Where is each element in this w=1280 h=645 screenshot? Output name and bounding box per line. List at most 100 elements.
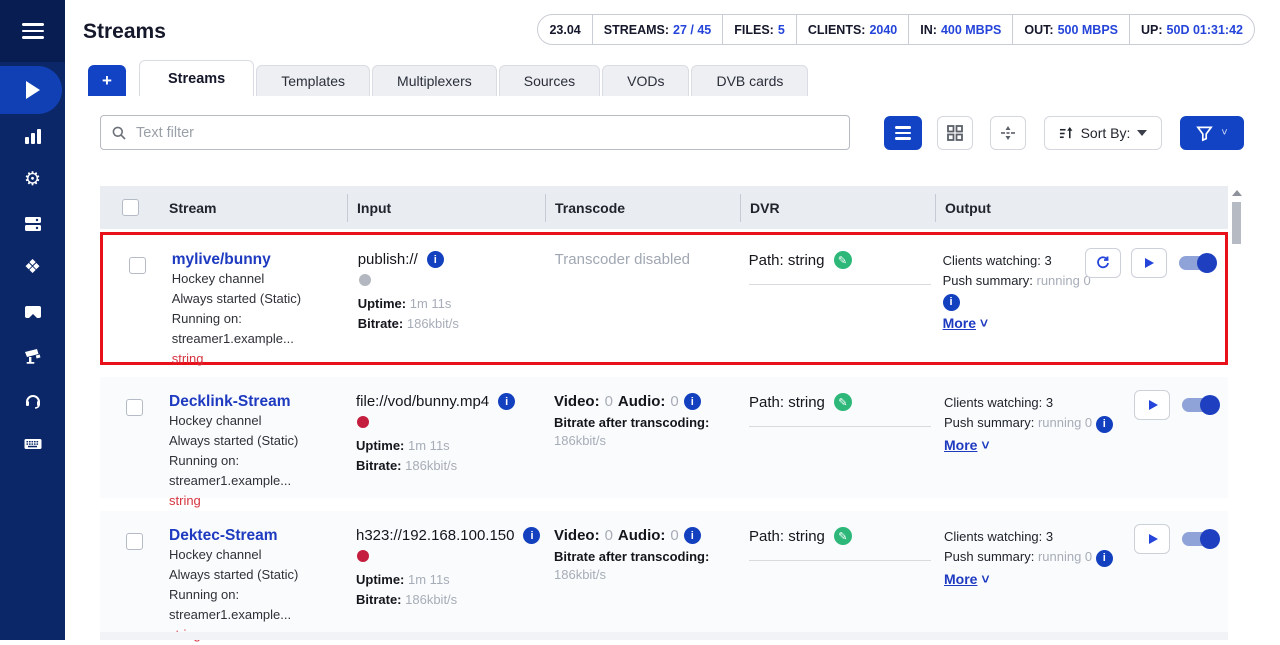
play-stream-button[interactable] [1134,390,1170,420]
tab-sources[interactable]: Sources [499,65,600,96]
stat-files: FILES:5 [722,15,796,44]
tab-multiplexers[interactable]: Multiplexers [372,65,497,96]
status-dot-gray [359,274,371,286]
camera-icon [23,346,43,366]
scrollbar-thumb[interactable] [1232,202,1241,244]
input-url: file://vod/bunny.mp4 [356,393,489,410]
page-title: Streams [83,20,166,44]
stream-enabled-toggle[interactable] [1182,398,1218,412]
info-icon[interactable]: i [684,393,701,410]
dvr-path: string [788,252,825,269]
cluster-icon: ❖ [23,258,43,278]
stream-tag: string [169,491,347,511]
table-row-mylive-bunny: mylive/bunny Hockey channel Always start… [100,232,1228,365]
filter-funnel-icon [1196,125,1213,142]
stream-running-on: Running on: streamer1.example... [169,451,347,491]
column-stream: Stream [160,194,347,222]
clients-watching: Clients watching: 3 [944,393,1134,413]
sort-label: Sort By: [1081,125,1131,141]
select-all-checkbox[interactable] [122,199,139,216]
clients-watching: Clients watching: 3 [944,527,1134,547]
sidebar-item-settings[interactable]: ⚙ [0,158,65,202]
bitrate-value: 186kbit/s [405,592,457,607]
stat-version: 23.04 [538,15,591,44]
tab-vods[interactable]: VODs [602,65,689,96]
input-url: h323://192.168.100.150 [356,527,514,544]
edit-icon[interactable]: ✎ [834,393,852,411]
bitrate-value: 186kbit/s [405,458,457,473]
sidebar-item-display[interactable] [0,290,65,334]
restart-icon [1095,255,1111,271]
keyboard-icon [23,434,43,454]
stream-enabled-toggle[interactable] [1179,256,1215,270]
sort-by-dropdown[interactable]: Sort By: [1044,116,1162,150]
scroll-up-icon[interactable] [1232,190,1242,196]
uptime-value: 1m 11s [408,438,450,453]
more-link[interactable]: More ˅ [943,313,1093,333]
stat-clients: CLIENTS:2040 [796,15,908,44]
info-icon[interactable]: i [943,294,960,311]
stream-name-link[interactable]: Decklink-Stream [169,393,347,411]
info-icon[interactable]: i [684,527,701,544]
info-icon[interactable]: i [1096,550,1113,567]
stat-out: OUT:500 MBPS [1012,15,1129,44]
menu-button[interactable] [0,0,65,62]
row-checkbox[interactable] [126,533,143,550]
stream-enabled-toggle[interactable] [1182,532,1218,546]
play-stream-button[interactable] [1134,524,1170,554]
bitrate-after-label: Bitrate after transcoding: [554,415,740,430]
bitrate-after-label: Bitrate after transcoding: [554,549,740,564]
row-checkbox[interactable] [126,399,143,416]
filter-button[interactable]: ˅ [1180,116,1244,150]
stream-name-link[interactable]: mylive/bunny [172,251,349,269]
stream-start-mode: Always started (Static) [172,289,349,309]
table-scrollbar[interactable] [1230,186,1244,640]
sidebar-item-stats[interactable] [0,114,65,158]
tab-templates[interactable]: Templates [256,65,370,96]
uptime-value: 1m 11s [408,572,450,587]
stream-running-on: Running on: streamer1.example... [169,585,347,625]
row-checkbox[interactable] [129,257,146,274]
list-view-button[interactable] [884,116,922,150]
stream-description: Hockey channel [172,269,349,289]
play-icon [26,81,40,99]
more-link[interactable]: More ˅ [944,569,1134,589]
sidebar-item-streams[interactable] [0,66,62,114]
dvr-divider [749,426,931,427]
info-icon[interactable]: i [427,251,444,268]
stream-name-link[interactable]: Dektec-Stream [169,527,347,545]
bitrate-after-value: 186kbit/s [554,433,740,448]
tab-dvb-cards[interactable]: DVB cards [691,65,808,96]
info-icon[interactable]: i [1096,416,1113,433]
play-stream-button[interactable] [1131,248,1167,278]
sidebar-item-camera[interactable] [0,334,65,378]
status-dot-red [357,550,369,562]
split-view-button[interactable] [990,116,1026,150]
search-input[interactable] [136,125,839,141]
grid-view-button[interactable] [937,116,973,150]
stat-streams: STREAMS:27 / 45 [592,15,723,44]
sidebar-item-servers[interactable] [0,202,65,246]
uptime-value: 1m 11s [410,296,452,311]
table-row-decklink-stream: Decklink-Stream Hockey channel Always st… [100,377,1228,498]
sort-icon [1059,126,1074,141]
edit-icon[interactable]: ✎ [834,527,852,545]
more-link[interactable]: More ˅ [944,435,1134,455]
gear-icon: ⚙ [23,170,43,190]
transcoder-status: Transcoder disabled [555,251,740,268]
sidebar-item-keyboard[interactable] [0,422,65,466]
edit-icon[interactable]: ✎ [834,251,852,269]
table-bottom-gap [100,632,1228,640]
sidebar: ⚙ ❖ [0,0,65,640]
add-stream-button[interactable]: + [88,65,126,96]
sidebar-item-support[interactable] [0,378,65,422]
info-icon[interactable]: i [523,527,540,544]
caret-down-icon [1137,130,1147,136]
tab-streams[interactable]: Streams [139,60,254,96]
search-icon [111,125,127,141]
headset-icon [23,390,43,410]
sidebar-item-cluster[interactable]: ❖ [0,246,65,290]
stream-description: Hockey channel [169,545,347,565]
info-icon[interactable]: i [498,393,515,410]
restart-stream-button[interactable] [1085,248,1121,278]
